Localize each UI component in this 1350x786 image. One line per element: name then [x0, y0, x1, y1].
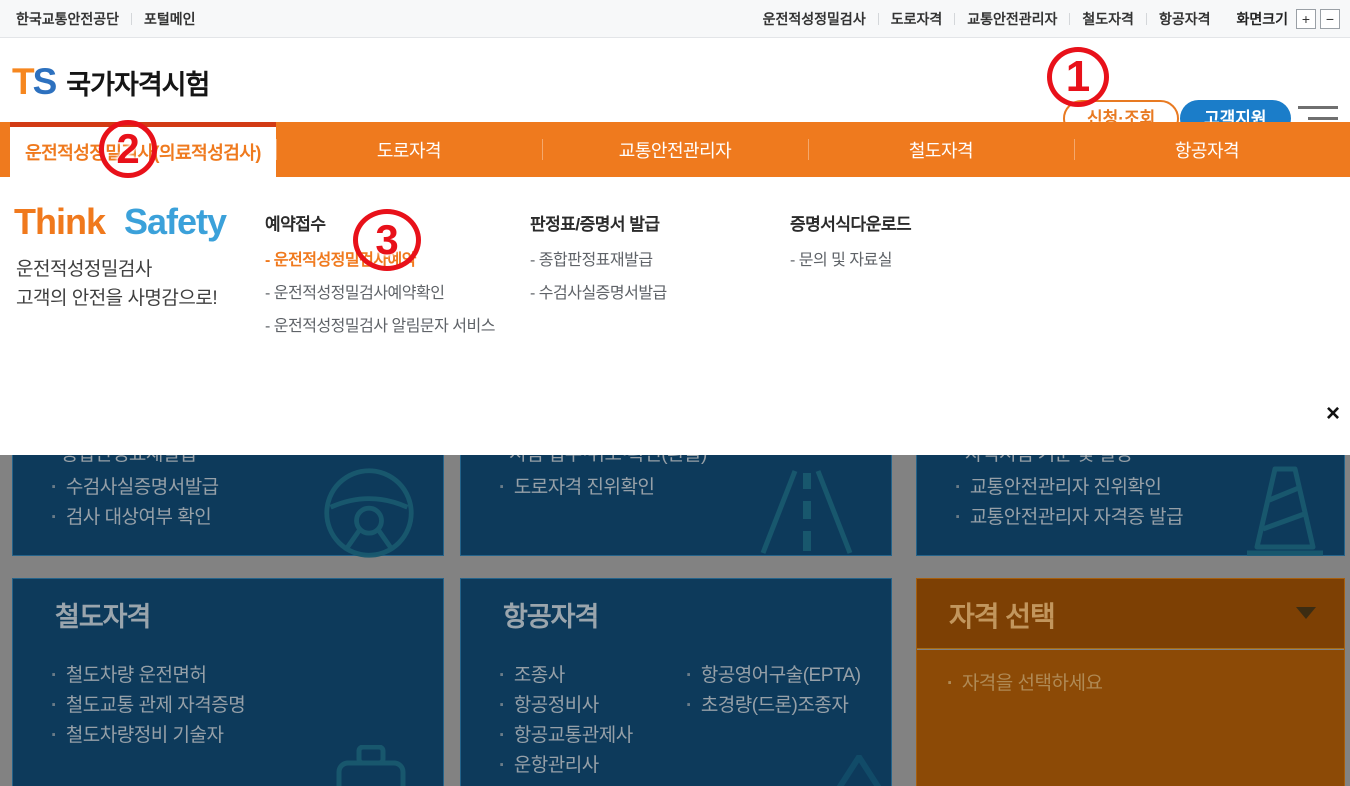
menu-item-exam-reservation[interactable]: 운전적성정밀검사예약 — [265, 252, 416, 269]
site-header: T S 국가자격시험 신청·조회 고객지원 — [0, 39, 1350, 122]
font-size-decrease-button[interactable]: − — [1320, 9, 1340, 29]
traffic-cone-icon — [1239, 463, 1331, 557]
chevron-down-icon — [1296, 607, 1316, 619]
font-size-increase-button[interactable]: + — [1296, 9, 1316, 29]
menu-item-inquiry-archive[interactable]: 문의 및 자료실 — [790, 252, 892, 269]
close-icon[interactable]: × — [1320, 401, 1346, 427]
plane-icon — [819, 755, 899, 786]
page: 종합판정표재발급 수검사실증명서발급 검사 대상여부 확인 시험 접수·취소·확… — [0, 0, 1350, 786]
list-item[interactable]: 항공정비사 — [499, 691, 633, 721]
util-link-driver-exam[interactable]: 운전적성정밀검사 — [763, 9, 866, 29]
screen-size-label: 화면크기 — [1236, 9, 1288, 29]
menu-column-reservation: 예약접수 운전적성정밀검사예약 운전적성정밀검사예약확인 운전적성정밀검사 알림… — [265, 210, 500, 348]
util-link-portal-main[interactable]: 포털메인 — [144, 9, 196, 29]
list-item[interactable]: 항공교통관제사 — [499, 721, 633, 751]
road-icon — [749, 465, 864, 557]
menu-item-report-reissue[interactable]: 종합판정표재발급 — [530, 252, 653, 269]
license-select-dropdown[interactable]: 자격 선택 — [917, 579, 1344, 649]
mega-menu-panel: Think Safety 운전적성정밀검사 고객의 안전을 사명감으로! 예약접… — [0, 177, 1350, 455]
menu-item-reservation-check[interactable]: 운전적성정밀검사예약확인 — [265, 285, 444, 302]
list-item[interactable]: 교통안전관리자 자격증 발급 — [955, 503, 1183, 533]
promo-title: Think Safety — [14, 201, 226, 243]
train-icon — [325, 745, 417, 786]
util-link-road[interactable]: 도로자격 — [891, 9, 943, 29]
menu-column-certificates: 판정표/증명서 발급 종합판정표재발급 수검사실증명서발급 — [530, 210, 765, 315]
list-item[interactable]: 도로자격 진위확인 — [499, 473, 654, 503]
site-title: 국가자격시험 — [66, 63, 209, 102]
divider — [954, 13, 955, 25]
divider — [1146, 13, 1147, 25]
card-rail-license: 철도자격 철도차량 운전면허 철도교통 관제 자격증명 철도차량정비 기술자 — [12, 578, 444, 786]
list-item[interactable]: 교통안전관리자 진위확인 — [955, 473, 1183, 503]
divider — [131, 13, 132, 25]
promo-title-think: Think — [14, 201, 105, 242]
list-item[interactable]: 수검사실증명서발급 — [51, 473, 219, 503]
menu-column-heading: 증명서식다운로드 — [790, 210, 1025, 235]
logo-letter-t: T — [12, 61, 33, 103]
util-link-kotsa[interactable]: 한국교통안전공단 — [16, 9, 119, 29]
select-placeholder: 자격을 선택하세요 — [947, 668, 1102, 695]
card-license-select: 자격 선택 자격을 선택하세요 — [916, 578, 1345, 786]
tab-aviation-license[interactable]: 항공자격 — [1074, 122, 1340, 177]
util-link-rail[interactable]: 철도자격 — [1082, 9, 1134, 29]
utility-bar: 한국교통안전공단 포털메인 운전적성정밀검사 도로자격 교통안전관리자 철도자격… — [0, 0, 1350, 38]
list-item[interactable]: 운항관리사 — [499, 751, 633, 781]
list-item[interactable]: 항공영어구술(EPTA) — [686, 661, 861, 691]
license-select-body: 자격을 선택하세요 — [917, 650, 1344, 786]
list-item[interactable]: 철도차량정비 기술자 — [51, 721, 245, 751]
list-item[interactable]: 검사 대상여부 확인 — [51, 503, 219, 533]
list-item[interactable]: 철도차량 운전면허 — [51, 661, 245, 691]
steering-wheel-icon — [321, 465, 417, 561]
menu-column-heading: 판정표/증명서 발급 — [530, 210, 765, 235]
menu-item-sms-service[interactable]: 운전적성정밀검사 알림문자 서비스 — [265, 318, 495, 335]
list-item[interactable]: 철도교통 관제 자격증명 — [51, 691, 245, 721]
card-title: 자격 선택 — [949, 595, 1055, 635]
tab-road-license[interactable]: 도로자격 — [276, 122, 542, 177]
util-link-aviation[interactable]: 항공자격 — [1159, 9, 1211, 29]
tab-traffic-safety-manager[interactable]: 교통안전관리자 — [542, 122, 808, 177]
tab-rail-license[interactable]: 철도자격 — [808, 122, 1074, 177]
card-title: 철도자격 — [55, 595, 150, 634]
promo-title-safety: Safety — [124, 201, 226, 242]
menu-item-exam-certificate[interactable]: 수검사실증명서발급 — [530, 285, 667, 302]
menu-column-downloads: 증명서식다운로드 문의 및 자료실 — [790, 210, 1025, 282]
list-item[interactable]: 초경량(드론)조종자 — [686, 691, 861, 721]
main-navbar: 운전적성정밀검사(의료적성검사) 도로자격 교통안전관리자 철도자격 항공자격 — [0, 122, 1350, 177]
card-title: 항공자격 — [503, 595, 598, 634]
util-link-traffic-manager[interactable]: 교통안전관리자 — [967, 9, 1057, 29]
ts-logo[interactable]: T S 국가자격시험 — [12, 61, 209, 103]
logo-letter-s: S — [33, 61, 57, 103]
tab-driver-aptitude-exam[interactable]: 운전적성정밀검사(의료적성검사) — [10, 122, 276, 177]
divider — [878, 13, 879, 25]
promo-line: 운전적성정밀검사 — [16, 255, 217, 284]
card-aviation-license: 항공자격 조종사 항공정비사 항공교통관제사 운항관리사 항공영어구술(EPTA… — [460, 578, 892, 786]
promo-text: 운전적성정밀검사 고객의 안전을 사명감으로! — [16, 255, 217, 313]
menu-column-heading: 예약접수 — [265, 210, 500, 235]
promo-line: 고객의 안전을 사명감으로! — [16, 284, 217, 313]
divider — [1069, 13, 1070, 25]
list-item[interactable]: 조종사 — [499, 661, 633, 691]
